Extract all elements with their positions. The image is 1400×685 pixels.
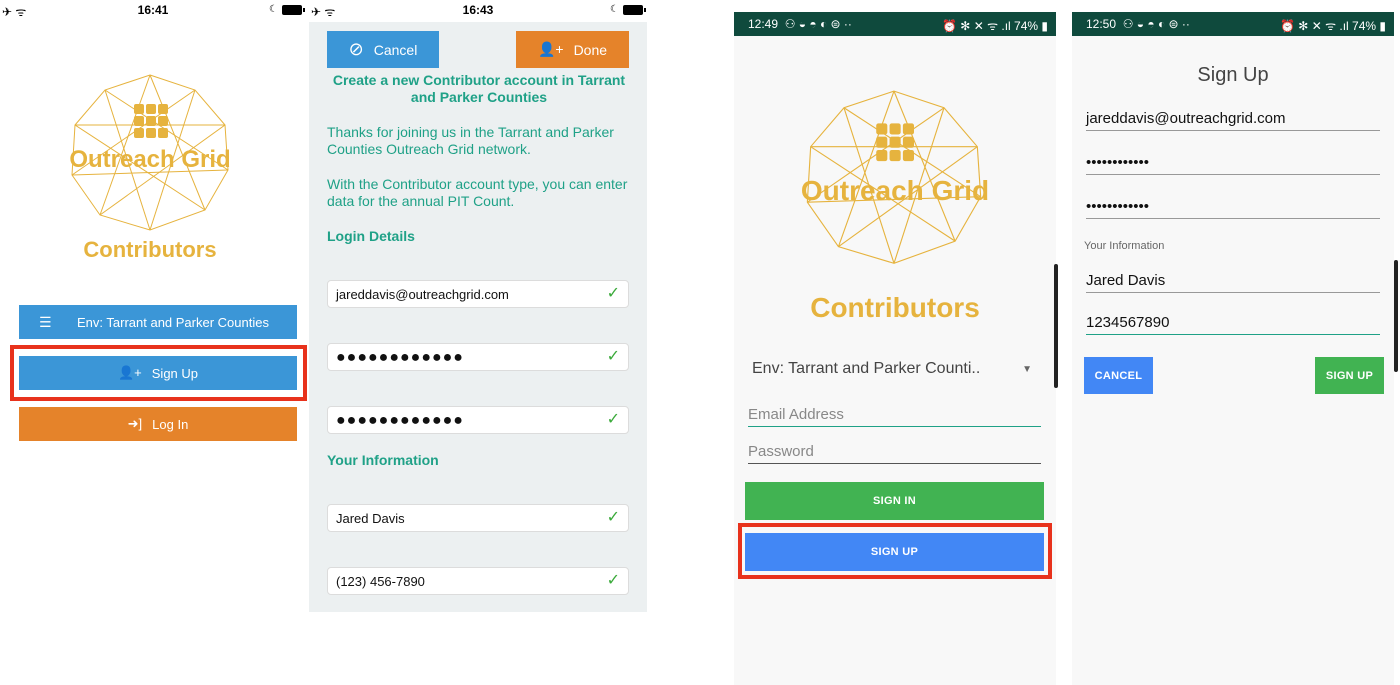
battery-icon	[623, 4, 646, 15]
name-field[interactable]: Jared Davis ✓	[327, 504, 629, 532]
logo-title: Outreach Grid	[69, 146, 231, 173]
env-button-label: Env: Tarrant and Parker Counties	[77, 314, 269, 330]
scroll-handle[interactable]	[1394, 260, 1398, 372]
phone-field[interactable]: 1234567890	[1086, 314, 1380, 335]
password-placeholder: Password	[748, 443, 814, 460]
email-field[interactable]: jareddavis@outreachgrid.com	[1086, 110, 1380, 131]
logo-subtitle: Contributors	[810, 292, 980, 323]
status-time: 12:50	[1086, 17, 1117, 31]
system-status-icons: ⏰ ✻ ✕ ᯤ .ıl 74% ▮	[1280, 19, 1386, 33]
form-heading: Create a new Contributor account in Tarr…	[332, 72, 626, 105]
status-bar: 12:49 ⚇ ◒ ◓ ◐ ⊜ ·· ⏰ ✻ ✕ ᯤ .ıl 74% ▮	[734, 12, 1056, 36]
login-button-label: Log In	[152, 416, 189, 432]
system-status-icons: ⏰ ✻ ✕ ᯤ .ıl 74% ▮	[942, 19, 1048, 33]
notification-icons: ⚇ ◒ ◓ ◐ ⊜ ··	[784, 17, 852, 31]
logo-subtitle: Contributors	[83, 237, 217, 262]
logo-title: Outreach Grid	[800, 175, 990, 206]
email-placeholder: Email Address	[748, 406, 844, 423]
cancel-icon: ⊘	[348, 39, 364, 59]
signin-button-label: SIGN IN	[872, 495, 917, 507]
your-information-heading: Your Information	[327, 452, 439, 468]
highlight-signup	[10, 345, 307, 401]
check-icon: ✓	[606, 572, 620, 589]
dropdown-arrow-icon: ▼	[1022, 364, 1032, 375]
intro-text-2: With the Contributor account type, you c…	[327, 176, 628, 209]
moon-icon: ☾	[269, 4, 278, 15]
android-signup-screen: 12:50 ⚇ ◒ ◓ ◐ ⊜ ·· ⏰ ✻ ✕ ᯤ .ıl 74% ▮ Sig…	[1072, 12, 1394, 685]
scroll-handle[interactable]	[1054, 264, 1058, 388]
check-icon: ✓	[606, 509, 620, 526]
your-information-label: Your Information	[1084, 240, 1165, 252]
login-icon: ➜]	[127, 416, 143, 431]
signup-button-label: SIGN UP	[1325, 369, 1374, 382]
status-bar: 12:50 ⚇ ◒ ◓ ◐ ⊜ ·· ⏰ ✻ ✕ ᯤ .ıl 74% ▮	[1072, 12, 1394, 36]
server-icon: ☰	[39, 313, 52, 330]
signin-button[interactable]: SIGN IN	[745, 482, 1044, 520]
password-field[interactable]: ●●●●●●●●●●●● ✓	[327, 343, 629, 371]
email-input[interactable]: Email Address	[748, 406, 1041, 427]
moon-icon: ☾	[610, 4, 619, 15]
env-select[interactable]: Env: Tarrant and Parker Counti.. ▼	[752, 360, 1042, 384]
status-bar: ✈ ᯤ 16:43 ☾	[309, 0, 647, 22]
status-bar: ✈ ᯤ 16:41 ☾	[0, 0, 306, 22]
password-input[interactable]: Password	[748, 443, 1041, 464]
add-user-icon: 👤+	[537, 41, 564, 57]
check-icon: ✓	[606, 411, 620, 428]
confirm-password-field[interactable]: ••••••••••••	[1086, 198, 1380, 219]
login-details-heading: Login Details	[327, 228, 415, 244]
check-icon: ✓	[606, 348, 620, 365]
login-button[interactable]: ➜] Log In	[19, 407, 297, 441]
status-time: 12:49	[748, 17, 779, 31]
done-button-label: Done	[573, 41, 608, 58]
intro-text-1: Thanks for joining us in the Tarrant and…	[327, 124, 614, 157]
cancel-button-label: Cancel	[373, 41, 418, 58]
signup-form-screen: ✈ ᯤ 16:43 ☾ ⊘ Cancel 👤+ Done Create a ne…	[309, 0, 647, 612]
email-field[interactable]: jareddavis@outreachgrid.com ✓	[327, 280, 629, 308]
cancel-button[interactable]: CANCEL	[1084, 357, 1153, 394]
android-login-screen: 12:49 ⚇ ◒ ◓ ◐ ⊜ ·· ⏰ ✻ ✕ ᯤ .ıl 74% ▮ Out…	[734, 12, 1056, 685]
highlight-signup	[738, 523, 1052, 579]
confirm-password-field[interactable]: ●●●●●●●●●●●● ✓	[327, 406, 629, 434]
env-select-value: Env: Tarrant and Parker Counti..	[752, 360, 981, 377]
cancel-button[interactable]: ⊘ Cancel	[327, 31, 439, 68]
name-field[interactable]: Jared Davis	[1086, 272, 1380, 293]
check-icon: ✓	[606, 285, 620, 302]
phone-field[interactable]: (123) 456-7890 ✓	[327, 567, 629, 595]
status-time: 16:41	[137, 3, 169, 17]
env-button[interactable]: ☰ Env: Tarrant and Parker Counties	[19, 305, 297, 339]
done-button[interactable]: 👤+ Done	[516, 31, 629, 68]
cancel-button-label: CANCEL	[1094, 369, 1143, 382]
password-field[interactable]: ••••••••••••	[1086, 154, 1380, 175]
signup-button[interactable]: SIGN UP	[1315, 357, 1384, 394]
page-title: Sign Up	[1197, 64, 1269, 86]
battery-icon	[282, 4, 305, 15]
notification-icons: ⚇ ◒ ◓ ◐ ⊜ ··	[1122, 17, 1190, 31]
status-time: 16:43	[462, 3, 494, 17]
